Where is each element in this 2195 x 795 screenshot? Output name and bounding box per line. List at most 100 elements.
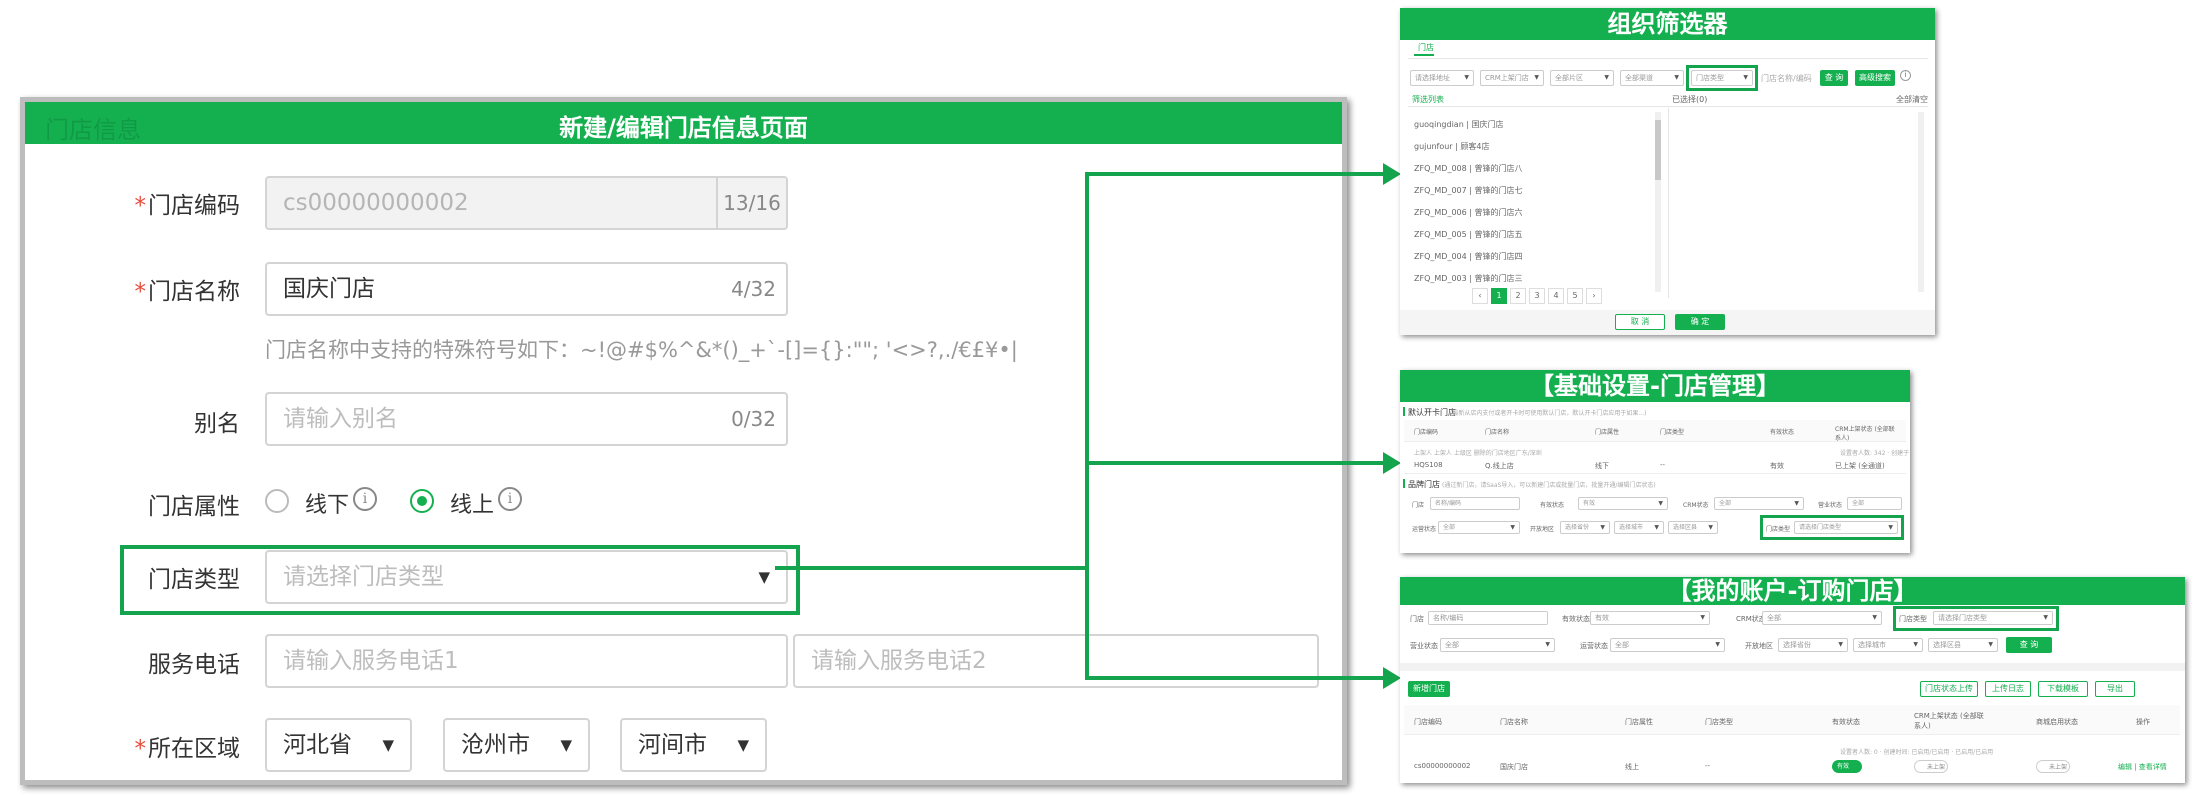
filter-label: 运营状态	[1580, 642, 1608, 650]
store-form-panel: 门店信息 新建/编辑门店信息页面 *门店编码 cs00000000002 13/…	[20, 97, 1347, 785]
cell: 线下	[1595, 462, 1609, 470]
mall-toggle[interactable]: 未上架	[2036, 760, 2070, 773]
phone1-input[interactable]: 请输入服务电话1	[265, 634, 788, 688]
list-item[interactable]: guoqingdian | 国庆门店	[1414, 119, 1504, 130]
name-code-input[interactable]: 名称/编码	[1430, 497, 1520, 510]
crm-status-select[interactable]: 全部 ▼	[1714, 497, 1804, 510]
cell: 已上架 (全通道)	[1835, 462, 1885, 470]
page-3[interactable]: 3	[1529, 288, 1545, 304]
page-4[interactable]: 4	[1548, 288, 1564, 304]
add-store-button[interactable]: 新增门店	[1408, 681, 1450, 697]
store-type-select[interactable]: 请选择门店类型 ▼	[265, 550, 788, 604]
tab-stores[interactable]: 门店	[1418, 42, 1434, 53]
page-title: 新建/编辑门店信息页面	[559, 114, 808, 142]
city-select[interactable]: 沧州市 ▼	[443, 718, 590, 772]
name-code-input[interactable]: 门店名称/编码	[1761, 73, 1812, 84]
filter-label: 营业状态	[1818, 502, 1843, 509]
district-select[interactable]: 河间市 ▼	[620, 718, 767, 772]
page-next[interactable]: ›	[1586, 288, 1602, 304]
store-section-title: 品牌门店	[1408, 480, 1440, 489]
store-section-note: (通过新门店，请SaaS导入，可以新建门店或批量门店，批量开通/编辑门店状态)	[1442, 482, 1656, 489]
district-select[interactable]: 选择区县 ▼	[1928, 638, 1998, 652]
valid-status-select[interactable]: 有效 ▼	[1578, 497, 1668, 510]
col-header: 门店名称	[1500, 718, 1528, 726]
cancel-button[interactable]: 取 消	[1615, 314, 1665, 330]
phone1-placeholder: 请输入服务电话1	[283, 648, 459, 674]
divider	[1408, 58, 1928, 59]
store-type-select[interactable]: 门店类型 ▼	[1691, 70, 1753, 86]
alias-counter: 0/32	[731, 407, 776, 431]
page-1[interactable]: 1	[1491, 288, 1507, 304]
province-select[interactable]: 选择省份 ▼	[1560, 521, 1610, 534]
crm-select[interactable]: CRM上架门店 ▼	[1480, 70, 1544, 86]
province-select[interactable]: 河北省 ▼	[265, 718, 412, 772]
col-header: 有效状态	[1832, 718, 1860, 726]
province-select[interactable]: 选择省份 ▼	[1778, 638, 1848, 652]
valid-status-select[interactable]: 有效 ▼	[1590, 611, 1710, 625]
row-actions[interactable]: 编辑 | 查看详情	[2118, 762, 2167, 772]
store-code-label: *门店编码	[134, 193, 241, 219]
alias-placeholder: 请输入别名	[283, 406, 398, 432]
channel-select[interactable]: 全部渠道 ▼	[1620, 70, 1684, 86]
business-status-select[interactable]: 全部	[1847, 497, 1902, 510]
list-item[interactable]: ZFQ_MD_008 | 曾锋的门店八	[1414, 163, 1523, 174]
filter-label: 门店	[1410, 615, 1424, 623]
page-2[interactable]: 2	[1510, 288, 1526, 304]
business-status-select[interactable]: 全部 ▼	[1440, 638, 1555, 652]
crm-status-select[interactable]: 全部 ▼	[1762, 611, 1882, 625]
area-select[interactable]: 全部片区 ▼	[1550, 70, 1614, 86]
export-button[interactable]: 导出	[2095, 681, 2135, 697]
confirm-button[interactable]: 确 定	[1675, 314, 1725, 330]
cell: 国庆门店	[1500, 763, 1528, 771]
col-header: 门店名称	[1485, 429, 1510, 436]
store-name-input[interactable]: 国庆门店 4/32	[265, 262, 788, 316]
list-item[interactable]: gujunfour | 顾客4店	[1414, 141, 1489, 152]
clear-all-link[interactable]: 全部清空	[1896, 94, 1928, 105]
radio-online[interactable]	[410, 489, 434, 513]
col-header: 门店类型	[1705, 718, 1733, 726]
list-item[interactable]: ZFQ_MD_005 | 曾锋的门店五	[1414, 229, 1523, 240]
name-code-input[interactable]: 名称/编码	[1428, 611, 1548, 625]
page-5[interactable]: 5	[1567, 288, 1583, 304]
upload-status-button[interactable]: 门店状态上传	[1920, 681, 1978, 697]
list-item[interactable]: ZFQ_MD_003 | 曾锋的门店三	[1414, 273, 1523, 284]
org-filter-title: 组织筛选器	[1400, 8, 1935, 40]
upload-log-button[interactable]: 上传日志	[1985, 681, 2031, 697]
advanced-search-button[interactable]: 高级搜索	[1855, 70, 1895, 86]
query-button[interactable]: 查 询	[1820, 70, 1848, 86]
offline-info-icon[interactable]: i	[353, 487, 377, 511]
chevron-down-icon: ▼	[758, 568, 770, 586]
connector-line	[1085, 172, 1089, 680]
ops-status-select[interactable]: 全部 ▼	[1610, 638, 1725, 652]
col-header: 有效状态	[1770, 429, 1795, 436]
address-select[interactable]: 请选择地址 ▼	[1410, 70, 1474, 86]
chevron-down-icon: ▼	[737, 736, 749, 754]
city-select[interactable]: 选择城市 ▼	[1614, 521, 1664, 534]
help-icon[interactable]: i	[1900, 70, 1911, 81]
crm-toggle[interactable]: 未上架	[1914, 760, 1948, 773]
valid-toggle[interactable]: 有效	[1832, 760, 1862, 773]
store-name-value: 国庆门店	[283, 276, 375, 302]
store-type-select[interactable]: 请选择门店类型 ▼	[1794, 521, 1898, 534]
arrow-icon	[1383, 667, 1401, 689]
ops-status-select[interactable]: 全部 ▼	[1438, 521, 1520, 534]
city-value: 沧州市	[461, 732, 530, 758]
alias-input[interactable]: 请输入别名 0/32	[265, 392, 788, 446]
city-select[interactable]: 选择城市 ▼	[1853, 638, 1923, 652]
scrollbar-thumb[interactable]	[1655, 120, 1661, 180]
basic-settings-panel: 【基础设置-门店管理】 默认开卡门店 (最新从店内支付或者开卡时可使用默认门店，…	[1400, 370, 1910, 553]
query-button[interactable]: 查 询	[2006, 637, 2052, 653]
filter-label: 营业状态	[1410, 642, 1438, 650]
scrollbar[interactable]	[1918, 112, 1924, 292]
download-template-button[interactable]: 下载模板	[2038, 681, 2088, 697]
radio-offline[interactable]	[265, 489, 289, 513]
store-type-select[interactable]: 请选择门店类型 ▼	[1933, 611, 2053, 625]
online-info-icon[interactable]: i	[498, 487, 522, 511]
list-item[interactable]: ZFQ_MD_007 | 曾锋的门店七	[1414, 185, 1523, 196]
district-select[interactable]: 选择区县 ▼	[1668, 521, 1718, 534]
cell: 有效	[1770, 462, 1784, 470]
list-item[interactable]: ZFQ_MD_006 | 曾锋的门店六	[1414, 207, 1523, 218]
page-prev[interactable]: ‹	[1472, 288, 1488, 304]
col-header: CRM上架状态 (全部联系人)	[1914, 712, 1984, 730]
list-item[interactable]: ZFQ_MD_004 | 曾锋的门店四	[1414, 251, 1523, 262]
